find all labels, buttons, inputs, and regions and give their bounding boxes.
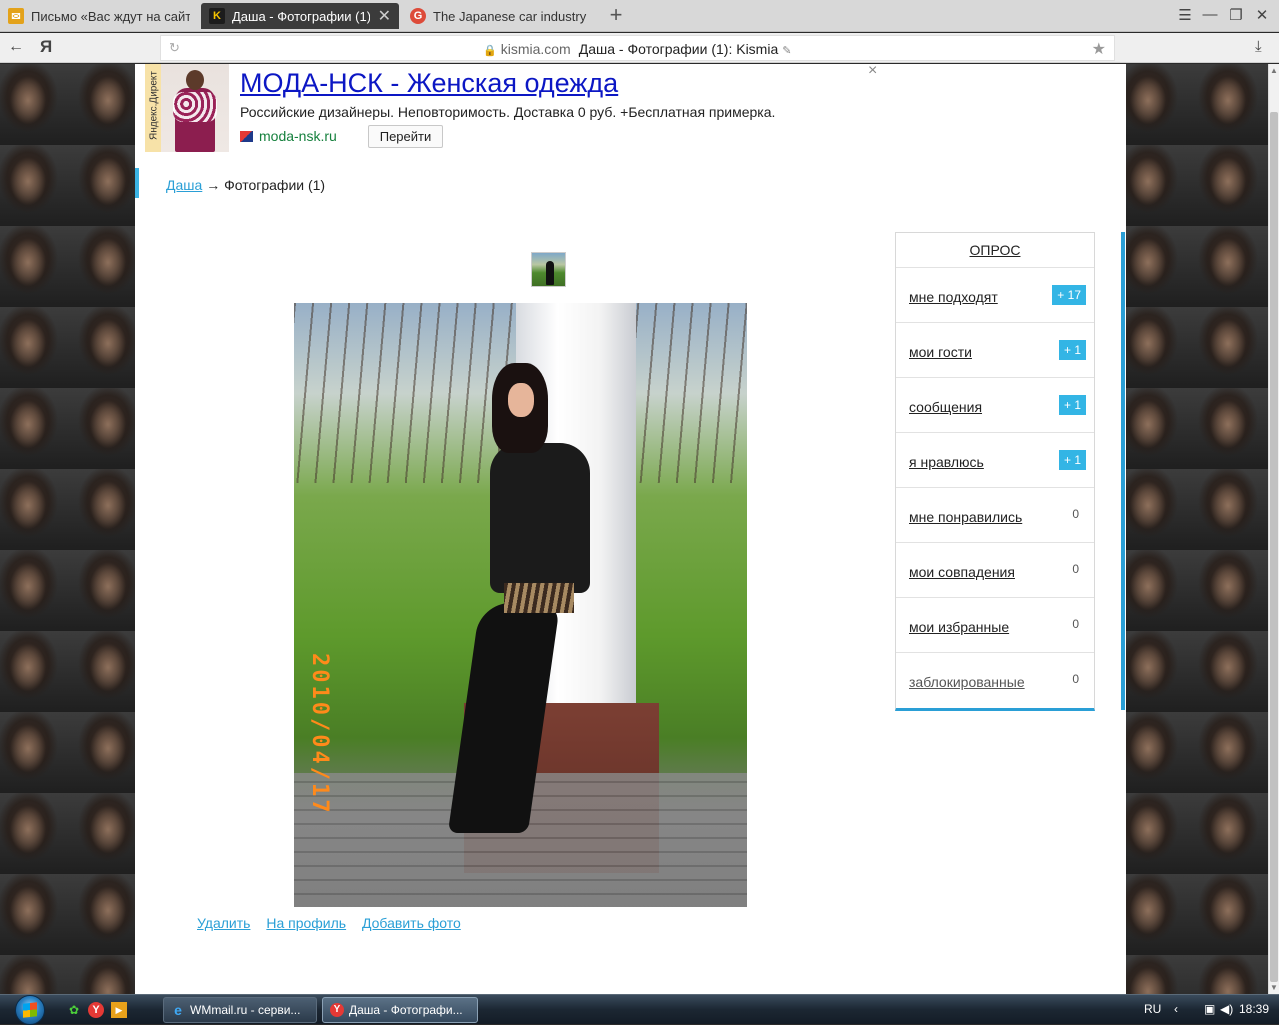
- sidebar-menu: ОПРОС мне подходят + 17 мои гости + 1 со…: [895, 232, 1095, 711]
- language-indicator[interactable]: RU: [1144, 1002, 1161, 1016]
- tab-title: Даша - Фотографии (1):: [232, 8, 370, 24]
- sidebar-item-blocked[interactable]: заблокированные 0: [896, 653, 1094, 708]
- sidebar-item-matches[interactable]: мои совпадения 0: [896, 543, 1094, 598]
- breadcrumb-link-dasha[interactable]: Даша: [166, 177, 202, 193]
- ad-title-link[interactable]: МОДА-НСК - Женская одежда: [240, 68, 618, 99]
- taskbar-item-dasha[interactable]: Y Даша - Фотографи...: [322, 997, 478, 1023]
- windows-taskbar: ✿ Y ▶ e WMmail.ru - серви... Y Даша - Фо…: [0, 994, 1279, 1025]
- sidebar-title-link[interactable]: ОПРОС: [896, 233, 1094, 268]
- count-value: 0: [1072, 562, 1079, 576]
- tab-japanese-car[interactable]: G The Japanese car industry -: [402, 3, 598, 29]
- sidebar-accent: [1121, 232, 1125, 710]
- sidebar-item-favorites[interactable]: мои избранные 0: [896, 598, 1094, 653]
- kismia-icon: K: [209, 8, 225, 24]
- scrollbar-thumb[interactable]: [1270, 112, 1278, 982]
- ad-go-button[interactable]: Перейти: [368, 125, 443, 148]
- ad-vertical-label: Яндекс.Директ: [145, 64, 161, 152]
- close-window-icon[interactable]: ✕: [1252, 6, 1272, 24]
- sidebar-item-guests[interactable]: мои гости + 1: [896, 323, 1094, 378]
- photo-thumbnail[interactable]: [531, 252, 566, 287]
- add-photo-link[interactable]: Добавить фото: [362, 915, 461, 931]
- quicklaunch-flower-icon[interactable]: ✿: [66, 1002, 82, 1018]
- new-tab-button[interactable]: +: [605, 4, 627, 27]
- count-badge: + 17: [1052, 285, 1086, 305]
- sidebar-item-liked-me[interactable]: я нравлюсь + 1: [896, 433, 1094, 488]
- photo-actions: Удалить На профиль Добавить фото: [197, 915, 473, 931]
- breadcrumb-current: Фотографии (1): [224, 177, 326, 193]
- volume-icon[interactable]: ◀): [1220, 1002, 1233, 1016]
- menu-icon[interactable]: ☰: [1175, 6, 1195, 24]
- sidebar-item-messages[interactable]: сообщения + 1: [896, 378, 1094, 433]
- tray-expand-icon[interactable]: ‹: [1174, 1002, 1178, 1016]
- start-button[interactable]: [10, 995, 50, 1025]
- mail-icon: ✉: [8, 8, 24, 24]
- tab-title: The Japanese car industry -: [433, 8, 590, 24]
- quicklaunch-media-icon[interactable]: ▶: [111, 1002, 127, 1018]
- photo-date-stamp: 2010/04/17: [307, 653, 332, 816]
- address-bar-row: ← Я ↻ 🔒 kismia.com Даша - Фотографии (1): …: [0, 33, 1279, 63]
- close-tab-icon[interactable]: ✕: [378, 6, 391, 26]
- download-icon[interactable]: ⤓: [1255, 38, 1262, 55]
- breadcrumb-accent: [135, 168, 139, 198]
- lock-icon: 🔒: [483, 45, 497, 57]
- ad-image[interactable]: [161, 64, 229, 152]
- count-badge: + 1: [1058, 395, 1086, 415]
- edit-pencil-icon: ✎: [782, 45, 792, 57]
- yandex-direct-ad: Яндекс.Директ МОДА-НСК - Женская одежда …: [145, 62, 877, 156]
- ie-icon: e: [174, 1002, 182, 1018]
- breadcrumb-separator: →: [206, 177, 221, 193]
- bookmark-star-icon[interactable]: ★: [1092, 39, 1106, 59]
- main-photo[interactable]: 2010/04/17: [294, 303, 747, 907]
- moda-favicon-icon: [240, 130, 253, 142]
- minimize-icon[interactable]: —: [1200, 6, 1220, 23]
- network-icon[interactable]: ▣: [1204, 1002, 1215, 1016]
- vertical-scrollbar[interactable]: ▲ ▼: [1268, 64, 1279, 994]
- url-page-title: Даша - Фотографии (1): Kismia: [578, 41, 779, 57]
- restore-icon[interactable]: ❐: [1226, 6, 1246, 24]
- ad-close-icon[interactable]: ×: [868, 62, 877, 80]
- main-content: Яндекс.Директ МОДА-НСК - Женская одежда …: [135, 62, 1126, 994]
- to-profile-link[interactable]: На профиль: [266, 915, 346, 931]
- count-badge: + 1: [1058, 340, 1086, 360]
- omnibox[interactable]: ↻ 🔒 kismia.com Даша - Фотографии (1): Kism…: [160, 35, 1115, 61]
- ad-domain-link[interactable]: moda-nsk.ru: [240, 128, 337, 144]
- windows-logo-icon: [23, 1002, 37, 1018]
- ad-text: Российские дизайнеры. Неповторимость. До…: [240, 104, 776, 120]
- count-badge: + 1: [1058, 450, 1086, 470]
- reload-icon[interactable]: ↻: [169, 40, 180, 56]
- back-arrow-icon[interactable]: ←: [8, 38, 24, 56]
- breadcrumb: Даша → Фотографии (1): [166, 177, 325, 193]
- quicklaunch-yandex-icon[interactable]: Y: [88, 1002, 104, 1018]
- scroll-up-icon[interactable]: ▲: [1270, 66, 1278, 75]
- sidebar-item-i-liked[interactable]: мне понравились 0: [896, 488, 1094, 543]
- tab-kismia[interactable]: K Даша - Фотографии (1): ✕: [201, 3, 399, 29]
- tab-title: Письмо «Вас ждут на сайте: [31, 8, 190, 24]
- google-plus-icon: G: [410, 8, 426, 24]
- taskbar-item-wmmail[interactable]: e WMmail.ru - серви...: [163, 997, 317, 1023]
- yandex-browser-icon: Y: [330, 1003, 344, 1017]
- count-value: 0: [1072, 672, 1079, 686]
- yandex-icon[interactable]: Я: [40, 37, 52, 57]
- delete-photo-link[interactable]: Удалить: [197, 915, 250, 931]
- url-display[interactable]: 🔒 kismia.com Даша - Фотографии (1): Kismia…: [483, 41, 791, 57]
- count-value: 0: [1072, 507, 1079, 521]
- tab-mail[interactable]: ✉ Письмо «Вас ждут на сайте: [0, 3, 198, 29]
- scroll-down-icon[interactable]: ▼: [1270, 983, 1278, 992]
- clock[interactable]: 18:39: [1239, 1002, 1269, 1016]
- browser-tab-strip: ✉ Письмо «Вас ждут на сайте K Даша - Фот…: [0, 0, 1279, 32]
- count-value: 0: [1072, 617, 1079, 631]
- url-domain: kismia.com: [500, 41, 571, 57]
- sidebar-item-suits-me[interactable]: мне подходят + 17: [896, 268, 1094, 323]
